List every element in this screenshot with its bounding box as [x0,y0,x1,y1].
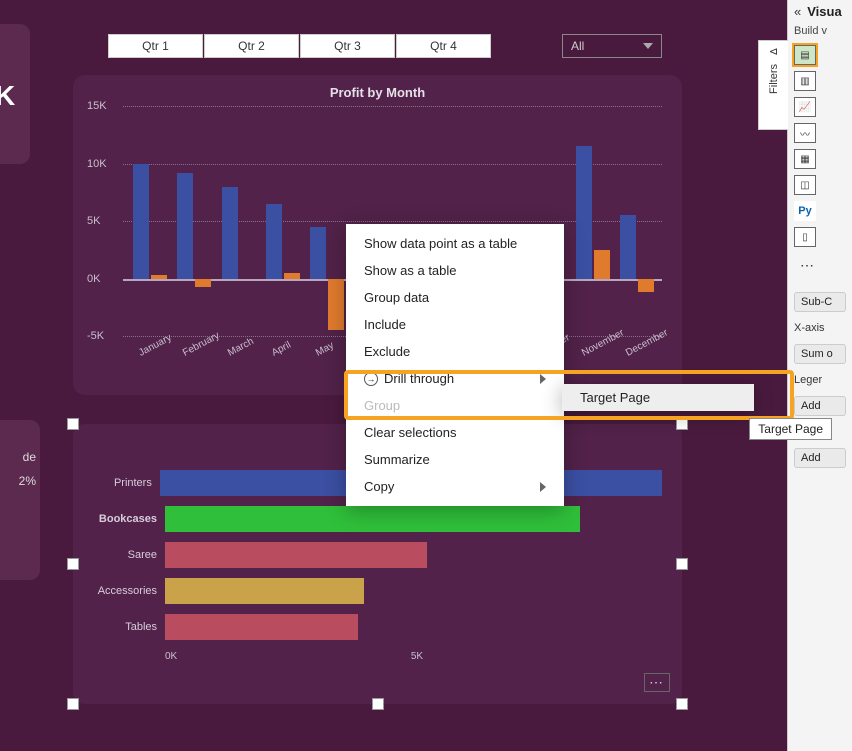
kpi-text-pct: 2% [0,474,36,488]
stacked-bar-icon[interactable]: ▤ [794,45,816,65]
x-tick-label: December [624,327,670,358]
small-multiples-field-well[interactable]: Add [794,448,846,468]
ctx-show-data-point[interactable]: Show data point as a table [346,230,564,257]
treemap-icon[interactable]: ◫ [794,175,816,195]
area-chart-icon[interactable]: 〰 [794,123,816,143]
ctx-clear-selections[interactable]: Clear selections [346,419,564,446]
kpi-text-de: de [0,450,36,464]
visualizations-pane[interactable]: ⊲ Filters « Visua Build v ▤ ▥ 📈 〰 ▦ ◫ Py… [787,0,852,751]
category-label: Saree [93,549,165,561]
legend-field-well[interactable]: Add [794,396,846,416]
y-tick-label: 15K [87,100,107,112]
x-tick-label: 0K [165,651,177,662]
x-tick-label: April [270,340,293,359]
bar[interactable] [638,279,654,293]
ctx-summarize[interactable]: Summarize [346,446,564,473]
filters-pane-collapsed[interactable]: ⊲ Filters [758,40,788,130]
quarter-slicer[interactable]: Qtr 1 Qtr 2 Qtr 3 Qtr 4 [108,34,491,58]
y-tick-label: -5K [87,330,104,342]
quarter-button-3[interactable]: Qtr 3 [300,34,395,58]
filter-dropdown-value: All [571,39,584,53]
chart1-title: Profit by Month [93,85,662,100]
filters-label: Filters [768,64,780,94]
bar[interactable] [133,164,149,279]
clustered-bar-icon[interactable]: ▥ [794,71,816,91]
y-tick-label: 5K [87,215,100,227]
bar[interactable] [222,187,238,279]
ctx-exclude[interactable]: Exclude [346,338,564,365]
category-label: Tables [93,621,165,633]
bar[interactable] [594,250,610,279]
build-visual-label: Build v [788,23,852,39]
bar[interactable] [165,506,580,532]
ctx-include[interactable]: Include [346,311,564,338]
xaxis-field-pill[interactable]: Sum o [794,344,846,364]
y-tick-label: 10K [87,158,107,170]
chevron-down-icon [643,43,653,49]
legend-label: Leger [788,372,852,388]
more-visuals-icon[interactable]: ⋯ [794,253,822,278]
bar[interactable] [195,279,211,287]
chevron-right-icon [540,482,546,492]
bar[interactable] [310,227,326,279]
bar[interactable] [165,542,427,568]
kpi-card-left2: de 2% [0,420,40,580]
quarter-button-4[interactable]: Qtr 4 [396,34,491,58]
xaxis-label: X-axis [788,320,852,336]
bar[interactable] [576,146,592,278]
x-tick-label: March [226,336,256,359]
bar[interactable] [165,578,364,604]
python-visual-icon[interactable]: Py [794,201,816,221]
context-menu[interactable]: Show data point as a table Show as a tab… [346,224,564,506]
ctx-drill-through[interactable]: →Drill through [346,365,564,392]
filter-dropdown[interactable]: All [562,34,662,58]
ctx-group-data[interactable]: Group data [346,284,564,311]
category-label: Printers [93,477,160,489]
y-tick-label: 0K [87,273,100,285]
yaxis-field-pill[interactable]: Sub-C [794,292,846,312]
bar[interactable] [266,204,282,279]
bar[interactable] [177,173,193,279]
ctx-copy[interactable]: Copy [346,473,564,500]
quarter-button-1[interactable]: Qtr 1 [108,34,203,58]
visual-type-gallery[interactable]: ▤ ▥ 📈 〰 ▦ ◫ Py ▯ ⋯ [788,39,852,284]
collapse-pane-icon[interactable]: « [794,4,801,19]
ctx-show-as-table[interactable]: Show as a table [346,257,564,284]
quarter-button-2[interactable]: Qtr 2 [204,34,299,58]
paginated-report-icon[interactable]: ▯ [794,227,816,247]
bar[interactable] [620,215,636,278]
drill-through-submenu[interactable]: Target Page [562,384,754,411]
x-tick-label: May [314,340,336,359]
bar[interactable] [284,273,300,279]
bar[interactable] [151,275,167,278]
category-label: Bookcases [93,513,165,525]
bar[interactable] [165,614,358,640]
expand-left-icon[interactable]: ⊲ [759,41,788,58]
ctx-group: Group [346,392,564,419]
kpi-value: K [0,80,15,112]
bar[interactable] [328,279,344,331]
drill-target-page[interactable]: Target Page [562,384,754,411]
chevron-right-icon [540,374,546,384]
x-tick-label: 5K [411,651,423,662]
line-chart-icon[interactable]: 📈 [794,97,816,117]
pane-title: Visua [807,4,841,19]
drill-through-icon: → [364,372,378,386]
tooltip: Target Page [749,418,832,440]
visual-more-options[interactable]: ⋯ [644,673,670,692]
category-label: Accessories [93,585,165,597]
matrix-icon[interactable]: ▦ [794,149,816,169]
